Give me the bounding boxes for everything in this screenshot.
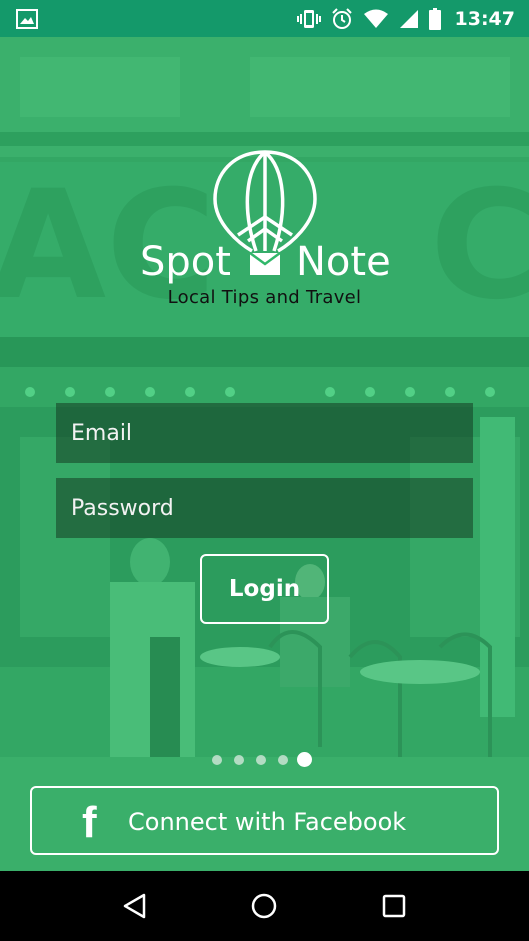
alarm-icon bbox=[331, 7, 353, 30]
recents-icon[interactable] bbox=[364, 876, 424, 936]
wifi-icon bbox=[363, 9, 389, 29]
system-nav-bar bbox=[0, 871, 529, 941]
status-time: 13:47 bbox=[454, 7, 515, 30]
email-field-container[interactable] bbox=[56, 403, 473, 463]
brand-name-right: Note bbox=[296, 239, 391, 285]
battery-icon bbox=[428, 7, 441, 30]
login-screen: AC C bbox=[0, 37, 529, 871]
connect-facebook-button[interactable]: f Connect with Facebook bbox=[30, 786, 499, 855]
signal-icon bbox=[399, 9, 419, 29]
brand-name: Spot Note bbox=[0, 239, 529, 289]
image-icon bbox=[16, 8, 38, 29]
status-bar: 13:47 bbox=[0, 0, 529, 37]
email-field[interactable] bbox=[71, 403, 473, 463]
connect-facebook-label: Connect with Facebook bbox=[128, 808, 407, 836]
brand-name-left: Spot bbox=[140, 239, 231, 285]
vibrate-icon bbox=[296, 9, 321, 29]
password-field-container[interactable] bbox=[56, 478, 473, 538]
page-dot-1[interactable] bbox=[212, 755, 222, 765]
password-field[interactable] bbox=[71, 478, 473, 538]
facebook-icon: f bbox=[82, 798, 97, 847]
login-button[interactable]: Login bbox=[200, 554, 329, 624]
back-icon[interactable] bbox=[105, 876, 165, 936]
page-dot-3[interactable] bbox=[256, 755, 266, 765]
page-dot-4[interactable] bbox=[278, 755, 288, 765]
page-dot-5-active[interactable] bbox=[297, 752, 312, 767]
page-dot-2[interactable] bbox=[234, 755, 244, 765]
app-tagline: Local Tips and Travel bbox=[167, 287, 362, 308]
home-icon[interactable] bbox=[234, 876, 294, 936]
page-indicator bbox=[0, 752, 529, 768]
